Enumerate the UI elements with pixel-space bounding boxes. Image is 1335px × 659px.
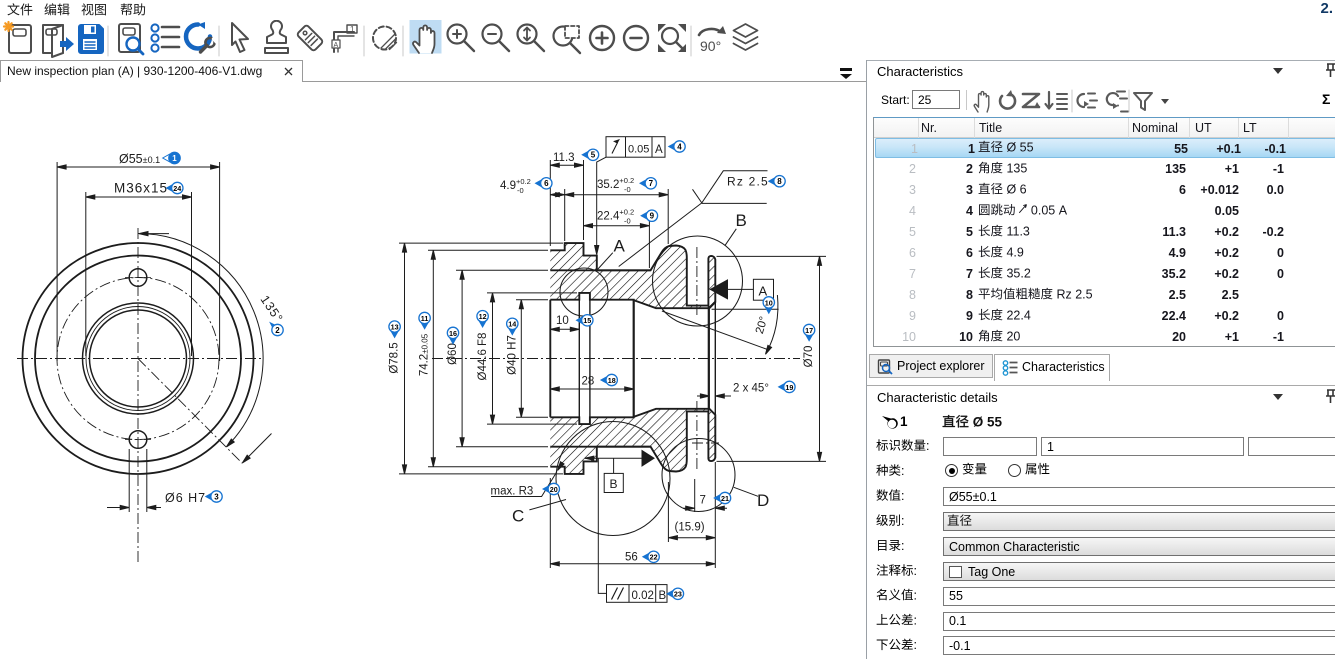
svg-text:Ø40 H7: Ø40 H7: [506, 335, 518, 375]
svg-text:Ø44.6 F8: Ø44.6 F8: [477, 333, 489, 381]
svg-text:10: 10: [556, 315, 569, 327]
svg-text:16: 16: [449, 329, 457, 338]
svg-text:22: 22: [650, 553, 658, 562]
svg-text:9: 9: [650, 212, 655, 221]
svg-text:3: 3: [214, 492, 219, 501]
svg-text:90°: 90°: [700, 38, 721, 54]
svg-text:5: 5: [591, 151, 596, 160]
svg-text:-0: -0: [517, 186, 524, 195]
svg-text:135°: 135°: [258, 293, 286, 326]
svg-text:12: 12: [479, 312, 487, 321]
svg-text:B: B: [659, 590, 667, 602]
svg-text:21: 21: [721, 494, 729, 503]
svg-text:1: 1: [172, 154, 177, 163]
svg-text:D: D: [757, 491, 769, 510]
svg-text:18: 18: [608, 376, 616, 385]
svg-text:56: 56: [625, 552, 638, 564]
svg-text:11: 11: [421, 314, 429, 323]
svg-text:24: 24: [173, 184, 181, 193]
svg-text:C: C: [512, 507, 524, 526]
svg-text:13: 13: [391, 323, 399, 332]
svg-text:14: 14: [508, 320, 516, 329]
svg-text:11.3: 11.3: [553, 152, 575, 164]
svg-text:0.05: 0.05: [628, 144, 649, 156]
svg-text:7: 7: [649, 179, 654, 188]
svg-text:max. R3: max. R3: [491, 486, 534, 498]
svg-text:Ø78.5: Ø78.5: [389, 342, 401, 373]
svg-text:A: A: [655, 144, 663, 156]
svg-text:4: 4: [677, 142, 682, 151]
svg-text:B: B: [736, 211, 747, 230]
svg-text:20: 20: [550, 485, 558, 494]
svg-text:M36x15: M36x15: [114, 181, 168, 196]
svg-text:Ø60: Ø60: [447, 343, 459, 365]
svg-text:Ø70: Ø70: [803, 346, 815, 368]
svg-text:Ø55±0.1: Ø55±0.1: [119, 152, 160, 166]
svg-text:-0: -0: [624, 217, 631, 226]
svg-text:8: 8: [777, 177, 782, 186]
svg-text:17: 17: [805, 326, 813, 335]
svg-text:10: 10: [765, 298, 773, 307]
svg-text:B: B: [610, 477, 618, 491]
svg-text:2 x 45°: 2 x 45°: [733, 383, 769, 395]
svg-text:1: 1: [350, 25, 355, 34]
svg-text:A: A: [334, 42, 339, 49]
svg-text:(15.9): (15.9): [675, 522, 705, 534]
svg-text:Rz 2.5: Rz 2.5: [727, 175, 769, 189]
svg-text:A: A: [614, 237, 626, 256]
svg-text:0.02: 0.02: [632, 590, 654, 602]
svg-text:23: 23: [674, 590, 682, 599]
svg-text:20°: 20°: [754, 315, 771, 335]
svg-text:19: 19: [785, 383, 793, 392]
svg-text:7: 7: [700, 495, 706, 507]
svg-text:28: 28: [582, 376, 595, 388]
svg-text:15: 15: [583, 316, 591, 325]
svg-text:-0: -0: [624, 185, 631, 194]
svg-text:2: 2: [275, 326, 280, 335]
svg-text:6: 6: [544, 179, 549, 188]
svg-text:Ø6 H7: Ø6 H7: [165, 491, 206, 505]
svg-text:4.9+0.2: 4.9+0.2: [500, 177, 531, 192]
svg-text:A: A: [759, 284, 768, 299]
svg-text:74.2±0.05: 74.2±0.05: [418, 333, 430, 376]
